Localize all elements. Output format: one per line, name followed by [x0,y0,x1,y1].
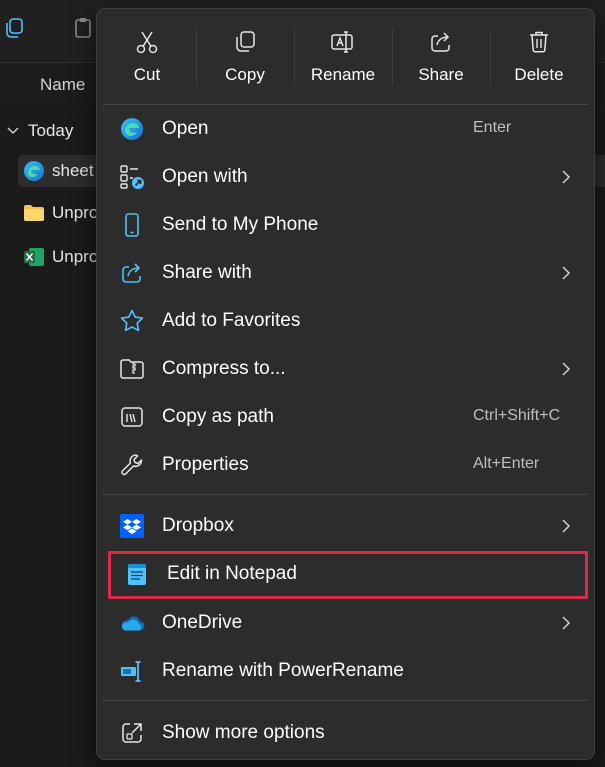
share-label: Share [418,65,464,84]
copy-icon[interactable] [2,16,26,40]
scissors-icon [136,31,158,54]
menu-item-label: Copy as path [162,406,274,427]
copy-button[interactable]: Copy [197,17,293,93]
menu-separator [103,104,588,105]
notepad-icon [128,564,146,585]
menu-item-open-with[interactable]: Open with [103,154,588,200]
powerrename-icon [121,661,141,682]
menu-item-share-with[interactable]: Share with [103,250,588,296]
file-name: Unpro [52,247,99,266]
star-icon [120,309,144,332]
menu-item-label: Share with [162,262,252,283]
share-icon [122,263,141,283]
quick-actions-bar: Cut Copy Rename Share Delete [97,9,594,97]
zip-folder-icon [120,359,144,379]
trash-icon [530,31,548,53]
menu-item-compress-to[interactable]: Compress to... [103,346,588,392]
rename-icon [331,31,353,53]
delete-label: Delete [514,65,564,84]
chevron-right-icon [562,616,571,630]
column-header-name[interactable]: Name [40,75,85,95]
wrench-icon [121,454,143,476]
excel-icon [24,248,44,266]
copy-label: Copy [225,65,265,84]
rename-label: Rename [310,65,376,84]
dropbox-icon [120,514,144,538]
chevron-right-icon [562,362,571,376]
menu-item-label: Send to My Phone [162,214,319,235]
menu-separator [103,494,588,495]
copy-icon [236,31,255,52]
group-label: Today [28,121,74,140]
menu-separator [103,700,588,701]
menu-item-show-more-options[interactable]: Show more options [103,710,588,756]
menu-item-properties[interactable]: Properties Alt+Enter [103,442,588,488]
menu-item-label: Compress to... [162,358,286,379]
menu-item-dropbox[interactable]: Dropbox [103,503,588,549]
chevron-right-icon [562,170,571,184]
menu-item-shortcut: Ctrl+Shift+C [473,407,561,424]
open-with-icon [120,165,144,189]
file-name: sheet [52,161,94,180]
rename-button[interactable]: Rename [295,17,391,93]
delete-button[interactable]: Delete [491,17,587,93]
phone-icon [125,213,139,237]
context-menu: Cut Copy Rename Share Delete Open Enter … [96,8,595,760]
show-more-icon [122,723,142,743]
menu-item-label: Properties [162,454,249,475]
menu-item-shortcut: Enter [473,119,512,136]
menu-item-onedrive[interactable]: OneDrive [103,600,588,646]
menu-item-label: Rename with PowerRename [162,660,404,681]
menu-item-label: Open with [162,166,248,187]
menu-item-send-to-phone[interactable]: Send to My Phone [103,202,588,248]
edge-icon [121,118,143,140]
group-header-today[interactable]: Today [6,118,73,144]
chevron-down-icon [7,127,19,135]
menu-item-copy-as-path[interactable]: Copy as path Ctrl+Shift+C [103,394,588,440]
menu-item-edit-in-notepad[interactable]: Edit in Notepad [108,551,588,599]
file-name: Unpro [52,203,99,222]
cut-button[interactable]: Cut [99,17,195,93]
screen: Name Today sheet Unpro Unpro Cut Copy Re… [0,0,605,767]
onedrive-icon [121,616,145,631]
menu-item-add-to-favorites[interactable]: Add to Favorites [103,298,588,344]
menu-item-open[interactable]: Open Enter [103,106,588,152]
menu-item-shortcut: Alt+Enter [473,455,540,472]
menu-item-label: Open [162,118,209,139]
menu-item-label: Show more options [162,722,325,743]
chevron-right-icon [562,519,571,533]
folder-icon [24,205,44,221]
menu-item-label: Edit in Notepad [167,563,297,584]
paste-icon[interactable] [72,16,96,40]
share-icon [431,32,450,52]
share-button[interactable]: Share [393,17,489,93]
copy-path-icon [121,407,143,427]
chevron-right-icon [562,266,571,280]
edge-icon [24,161,44,181]
menu-item-label: Add to Favorites [162,310,301,331]
menu-item-label: OneDrive [162,612,243,633]
menu-item-label: Dropbox [162,515,234,536]
cut-label: Cut [133,65,161,84]
menu-item-powerrename[interactable]: Rename with PowerRename [103,648,588,694]
